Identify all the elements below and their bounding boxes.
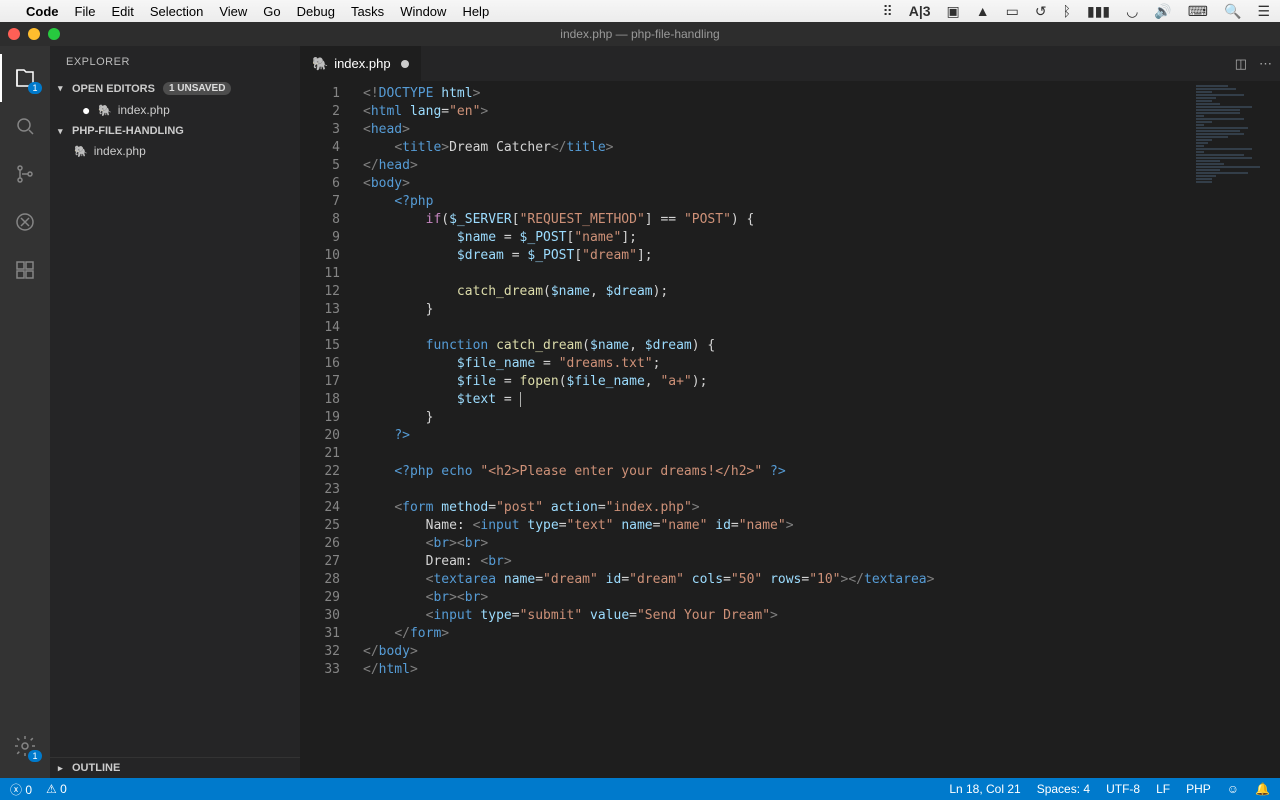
outline-label: OUTLINE [72, 762, 120, 774]
menu-debug[interactable]: Debug [297, 4, 335, 19]
close-window-button[interactable] [8, 28, 20, 40]
status-errors[interactable]: ⓧ 0 [10, 781, 32, 798]
status-spaces[interactable]: Spaces: 4 [1037, 782, 1090, 796]
php-file-icon: 🐘 [74, 145, 88, 158]
folder-header[interactable]: ▾ PHP-FILE-HANDLING [50, 121, 300, 141]
debug-activity[interactable] [0, 198, 50, 246]
menu-edit[interactable]: Edit [111, 4, 133, 19]
timemachine-icon[interactable]: ↺ [1035, 3, 1047, 20]
explorer-badge: 1 [28, 82, 42, 94]
scm-activity[interactable] [0, 150, 50, 198]
open-editors-label: OPEN EDITORS [72, 83, 155, 95]
open-editors-header[interactable]: ▾ OPEN EDITORS 1 UNSAVED [50, 78, 300, 99]
wifi-icon[interactable]: ◡ [1126, 3, 1138, 20]
adobe-icon[interactable]: A|3 [909, 3, 931, 19]
split-editor-icon[interactable]: ◫ [1235, 56, 1247, 72]
editor-group: 🐘 index.php ◫ ⋯ 123456789101112131415161… [300, 46, 1280, 778]
settings-badge: 1 [28, 750, 42, 762]
php-file-icon: 🐘 [312, 56, 328, 72]
hat-icon[interactable]: ▲ [976, 3, 990, 19]
spotlight-icon[interactable]: 🔍 [1224, 3, 1241, 20]
status-bell-icon[interactable]: 🔔 [1255, 782, 1270, 796]
folder-label: PHP-FILE-HANDLING [72, 125, 184, 137]
sidebar-title: EXPLORER [50, 46, 300, 78]
window-titlebar: index.php — php-file-handling [0, 22, 1280, 46]
menubar-app[interactable]: Code [26, 4, 59, 19]
display-icon[interactable]: ▭ [1006, 3, 1019, 20]
status-lncol[interactable]: Ln 18, Col 21 [949, 782, 1020, 796]
dropbox-icon[interactable]: ⠿ [882, 3, 892, 20]
activity-bar: 1 1 [0, 46, 50, 778]
more-actions-icon[interactable]: ⋯ [1259, 56, 1272, 72]
input-icon[interactable]: ⌨ [1188, 3, 1208, 20]
traffic-lights [8, 28, 60, 40]
chevron-down-icon: ▾ [58, 126, 68, 137]
camera-icon[interactable]: ▣ [947, 3, 960, 20]
menu-help[interactable]: Help [462, 4, 489, 19]
explorer-activity[interactable]: 1 [0, 54, 50, 102]
editor-tabs: 🐘 index.php ◫ ⋯ [300, 46, 1280, 81]
line-gutter: 1234567891011121314151617181920212223242… [300, 81, 358, 778]
unsaved-badge: 1 UNSAVED [163, 82, 232, 95]
file-name: index.php [94, 144, 146, 158]
search-activity[interactable] [0, 102, 50, 150]
dirty-indicator-icon [401, 60, 409, 68]
settings-activity[interactable]: 1 [0, 722, 50, 770]
minimize-window-button[interactable] [28, 28, 40, 40]
menu-go[interactable]: Go [263, 4, 280, 19]
volume-icon[interactable]: 🔊 [1154, 3, 1171, 20]
code-content[interactable]: <!DOCTYPE html><html lang="en"><head> <t… [358, 81, 1280, 778]
battery-icon[interactable]: ▮▮▮ [1087, 3, 1110, 20]
outline-header[interactable]: ▸ OUTLINE [50, 757, 300, 778]
dirty-dot-icon: ● [82, 102, 92, 118]
editor-tab[interactable]: 🐘 index.php [300, 46, 422, 81]
bluetooth-icon[interactable]: ᛒ [1063, 3, 1071, 19]
open-editor-item[interactable]: ● 🐘 index.php [50, 99, 300, 121]
mac-menubar: Code File Edit Selection View Go Debug T… [0, 0, 1280, 22]
status-lang[interactable]: PHP [1186, 782, 1211, 796]
status-bar: ⓧ 0 ⚠ 0 Ln 18, Col 21 Spaces: 4 UTF-8 LF… [0, 778, 1280, 800]
tab-title: index.php [334, 56, 390, 71]
zoom-window-button[interactable] [48, 28, 60, 40]
file-tree-item[interactable]: 🐘 index.php [50, 141, 300, 161]
menu-tasks[interactable]: Tasks [351, 4, 384, 19]
status-warnings[interactable]: ⚠ 0 [46, 782, 67, 796]
open-editor-filename: index.php [118, 103, 170, 117]
chevron-down-icon: ▾ [58, 83, 68, 94]
menu-selection[interactable]: Selection [150, 4, 203, 19]
menu-file[interactable]: File [75, 4, 96, 19]
explorer-sidebar: EXPLORER ▾ OPEN EDITORS 1 UNSAVED ● 🐘 in… [50, 46, 300, 778]
code-editor[interactable]: 1234567891011121314151617181920212223242… [300, 81, 1280, 778]
extensions-activity[interactable] [0, 246, 50, 294]
status-feedback-icon[interactable]: ☺ [1227, 782, 1239, 796]
menu-view[interactable]: View [219, 4, 247, 19]
control-center-icon[interactable]: ☰ [1257, 3, 1270, 20]
menu-window[interactable]: Window [400, 4, 446, 19]
window-title: index.php — php-file-handling [560, 27, 719, 41]
chevron-right-icon: ▸ [58, 763, 68, 774]
php-file-icon: 🐘 [98, 104, 112, 117]
status-encoding[interactable]: UTF-8 [1106, 782, 1140, 796]
minimap[interactable] [1196, 85, 1276, 185]
status-eol[interactable]: LF [1156, 782, 1170, 796]
